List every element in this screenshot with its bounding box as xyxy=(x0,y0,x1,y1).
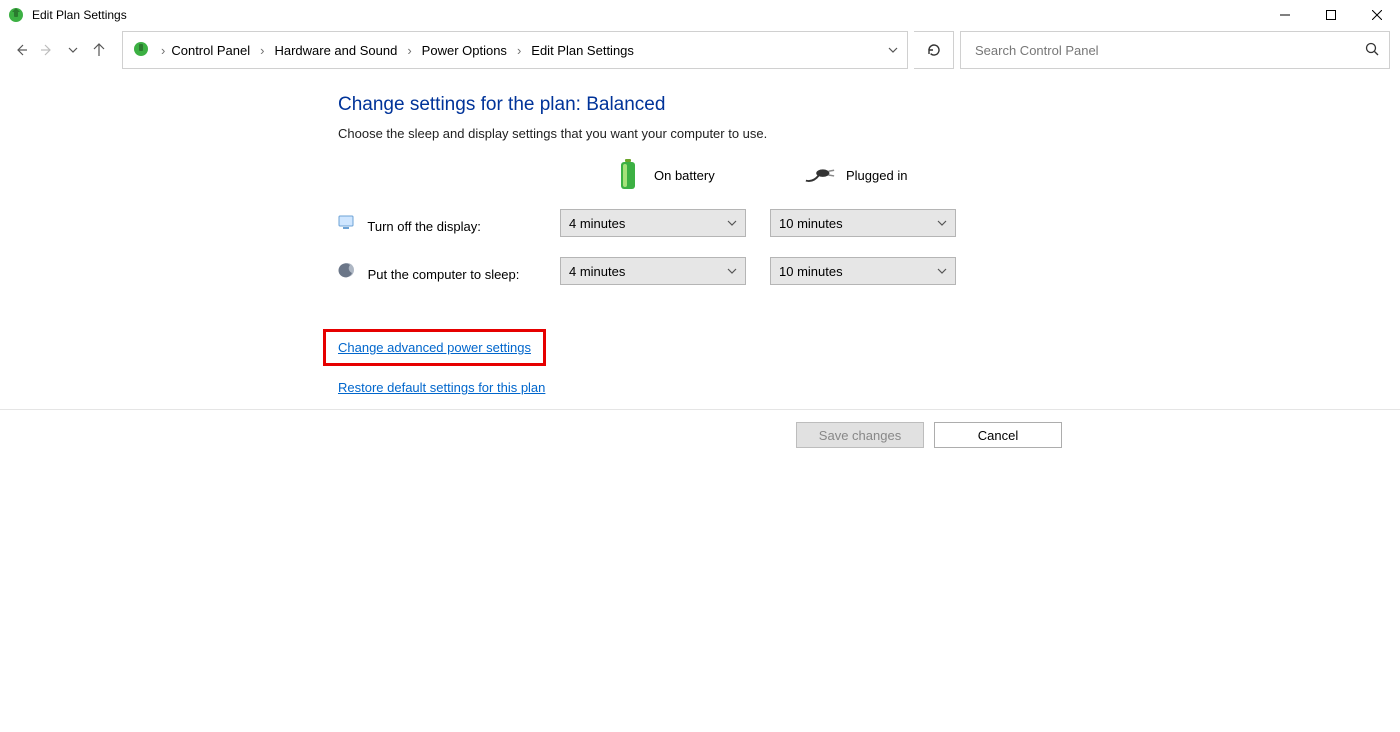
display-battery-dropdown[interactable]: 4 minutes xyxy=(560,209,746,237)
nav-arrows xyxy=(10,39,110,61)
chevron-down-icon xyxy=(937,216,947,231)
footer: Save changes Cancel xyxy=(0,409,1400,460)
display-label: Turn off the display: xyxy=(367,219,480,234)
plug-icon xyxy=(804,159,836,191)
plugged-column-label: Plugged in xyxy=(846,168,907,183)
restore-link[interactable]: Restore default settings for this plan xyxy=(338,380,545,395)
row-label-wrap: Put the computer to sleep: xyxy=(338,261,560,282)
links-section: Change advanced power settings Restore d… xyxy=(338,329,1400,395)
app-icon xyxy=(8,7,24,23)
plugged-column-header: Plugged in xyxy=(770,159,980,191)
battery-column-header: On battery xyxy=(560,159,770,191)
chevron-right-icon[interactable]: › xyxy=(403,43,415,58)
navigation-bar: › Control Panel › Hardware and Sound › P… xyxy=(0,30,1400,70)
setting-row-display: Turn off the display: 4 minutes 10 minut… xyxy=(338,209,1400,237)
window-controls xyxy=(1262,0,1400,30)
display-plugged-dropdown[interactable]: 10 minutes xyxy=(770,209,956,237)
up-button[interactable] xyxy=(88,39,110,61)
breadcrumb-item[interactable]: Edit Plan Settings xyxy=(529,39,636,62)
minimize-button[interactable] xyxy=(1262,0,1308,30)
page-subtext: Choose the sleep and display settings th… xyxy=(338,126,1400,141)
close-button[interactable] xyxy=(1354,0,1400,30)
maximize-button[interactable] xyxy=(1308,0,1354,30)
cancel-button[interactable]: Cancel xyxy=(934,422,1062,448)
dropdown-value: 10 minutes xyxy=(779,216,843,231)
chevron-down-icon xyxy=(937,264,947,279)
chevron-down-icon xyxy=(727,264,737,279)
sleep-battery-dropdown[interactable]: 4 minutes xyxy=(560,257,746,285)
window-title: Edit Plan Settings xyxy=(32,8,1262,22)
highlighted-box: Change advanced power settings xyxy=(323,329,546,366)
battery-column-label: On battery xyxy=(654,168,715,183)
battery-icon xyxy=(612,159,644,191)
breadcrumb: Control Panel › Hardware and Sound › Pow… xyxy=(169,39,879,62)
setting-row-sleep: Put the computer to sleep: 4 minutes 10 … xyxy=(338,257,1400,285)
save-button[interactable]: Save changes xyxy=(796,422,924,448)
display-icon xyxy=(338,213,356,231)
address-dropdown-button[interactable] xyxy=(879,32,907,68)
sleep-plugged-dropdown[interactable]: 10 minutes xyxy=(770,257,956,285)
row-label-wrap: Turn off the display: xyxy=(338,213,560,234)
title-bar: Edit Plan Settings xyxy=(0,0,1400,30)
dropdown-value: 4 minutes xyxy=(569,216,625,231)
refresh-button[interactable] xyxy=(914,31,954,69)
advanced-link[interactable]: Change advanced power settings xyxy=(338,340,531,355)
sleep-icon xyxy=(338,261,356,279)
chevron-right-icon[interactable]: › xyxy=(256,43,268,58)
main-content: Change settings for the plan: Balanced C… xyxy=(0,70,1400,395)
column-headers: On battery Plugged in xyxy=(338,159,1400,191)
sleep-label: Put the computer to sleep: xyxy=(368,267,520,282)
chevron-down-icon xyxy=(727,216,737,231)
dropdown-value: 10 minutes xyxy=(779,264,843,279)
search-icon[interactable] xyxy=(1365,42,1379,59)
back-button[interactable] xyxy=(10,39,32,61)
chevron-right-icon[interactable]: › xyxy=(157,43,169,58)
breadcrumb-item[interactable]: Hardware and Sound xyxy=(272,39,399,62)
search-input[interactable] xyxy=(973,42,1365,59)
recent-locations-button[interactable] xyxy=(62,39,84,61)
address-icon xyxy=(123,41,157,60)
chevron-right-icon[interactable]: › xyxy=(513,43,525,58)
breadcrumb-item[interactable]: Power Options xyxy=(420,39,509,62)
address-bar[interactable]: › Control Panel › Hardware and Sound › P… xyxy=(122,31,908,69)
breadcrumb-item[interactable]: Control Panel xyxy=(169,39,252,62)
forward-button[interactable] xyxy=(36,39,58,61)
page-heading: Change settings for the plan: Balanced xyxy=(338,94,1400,116)
search-box[interactable] xyxy=(960,31,1390,69)
dropdown-value: 4 minutes xyxy=(569,264,625,279)
